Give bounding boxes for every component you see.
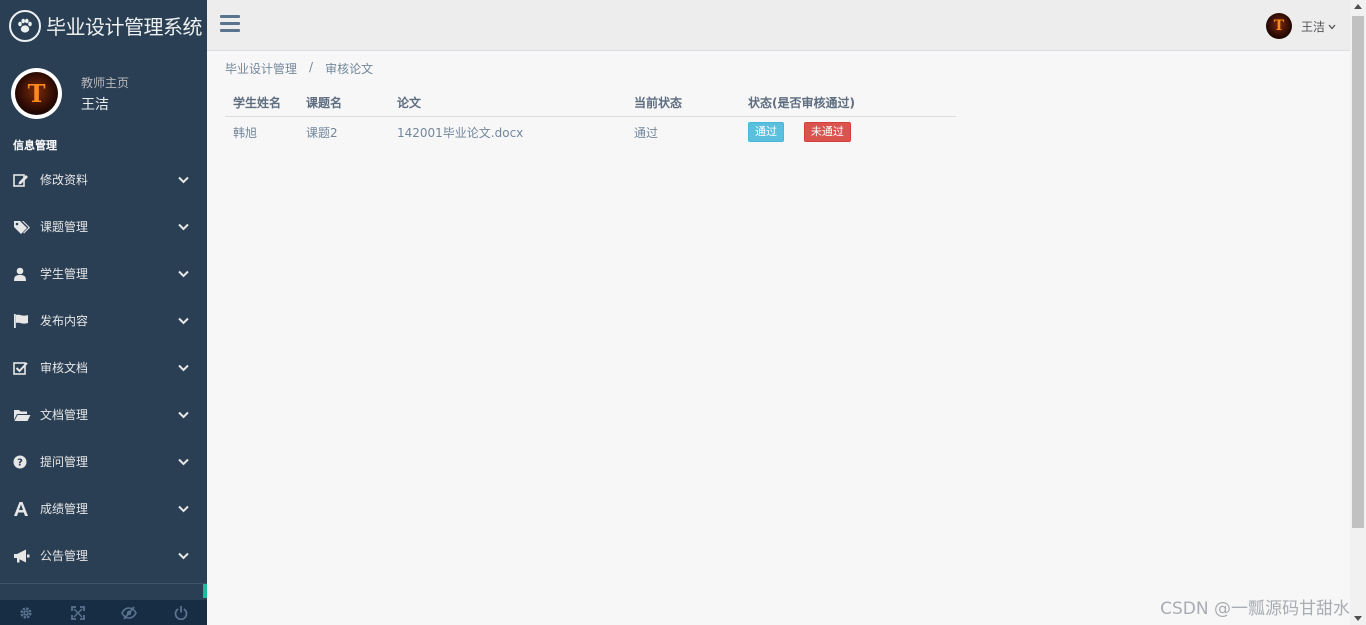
sidebar-item-label: 公告管理	[40, 549, 89, 563]
chevron-down-icon	[177, 221, 189, 233]
sidebar-item-review-docs[interactable]: 审核文档	[0, 344, 207, 391]
breadcrumb-parent[interactable]: 毕业设计管理	[225, 60, 297, 77]
user-icon	[13, 267, 35, 281]
profile-welcome: 教师主页	[81, 75, 130, 90]
folder-open-icon	[13, 408, 35, 422]
paw-icon	[9, 9, 41, 42]
fullscreen-icon[interactable]	[52, 600, 104, 625]
sidebar-item-label: 成绩管理	[40, 502, 89, 516]
sidebar-item-documents[interactable]: 文档管理	[0, 391, 207, 438]
chevron-down-icon	[1328, 19, 1336, 33]
avatar-letter: T	[27, 79, 46, 108]
sidebar-item-label: 审核文档	[40, 361, 89, 375]
breadcrumb-current: 审核论文	[325, 62, 374, 76]
sidebar: 毕业设计管理系统 T 教师主页 王洁 信息管理 修改资料 课题管理 学生管理 发…	[0, 0, 207, 625]
vertical-scrollbar[interactable]	[1350, 0, 1366, 625]
column-header: 当前状态	[626, 89, 740, 117]
menu-section-title: 信息管理	[13, 139, 57, 152]
table-row: 韩旭 课题2 142001毕业论文.docx 通过 通过 未通过	[225, 116, 956, 148]
sidebar-item-label: 文档管理	[40, 408, 89, 422]
gear-icon[interactable]	[0, 600, 52, 625]
sidebar-item-label: 提问管理	[40, 455, 89, 469]
cell-student: 韩旭	[233, 125, 258, 140]
sidebar-item-label: 课题管理	[40, 220, 89, 234]
scroll-thumb[interactable]	[1352, 16, 1364, 528]
eye-slash-icon[interactable]	[104, 600, 156, 625]
hamburger-menu-icon[interactable]	[220, 15, 242, 37]
question-circle-icon: ?	[13, 455, 35, 469]
table-header-row: 学生姓名 课题名 论文 当前状态 状态(是否审核通过)	[225, 89, 956, 117]
check-square-icon	[13, 361, 35, 375]
font-icon	[13, 501, 35, 516]
scroll-down-arrow-icon[interactable]	[1354, 616, 1362, 621]
bullhorn-icon	[13, 549, 35, 563]
sidebar-menu: 修改资料 课题管理 学生管理 发布内容 审核文档 文档管理 ? 提问管理 成绩管…	[0, 156, 207, 579]
tags-icon	[13, 220, 35, 234]
top-navbar: T 王洁	[207, 0, 1350, 51]
chevron-down-icon	[177, 174, 189, 186]
profile: T 教师主页 王洁	[0, 51, 207, 136]
breadcrumb: 毕业设计管理 / 审核论文	[225, 60, 373, 77]
column-header: 课题名	[298, 89, 389, 117]
chevron-down-icon	[177, 362, 189, 374]
profile-name: 王洁	[81, 96, 109, 113]
user-dropdown[interactable]: T 王洁	[1265, 13, 1336, 39]
app-title: 毕业设计管理系统	[46, 15, 203, 39]
avatar: T	[1265, 13, 1292, 39]
chevron-down-icon	[177, 503, 189, 515]
main-content: 毕业设计管理 / 审核论文 学生姓名 课题名 论文 当前状态 状态(是否审核通过…	[207, 51, 1350, 625]
sidebar-item-partial[interactable]	[0, 583, 207, 600]
sidebar-item-announcements[interactable]: 公告管理	[0, 532, 207, 579]
chevron-down-icon	[177, 268, 189, 280]
avatar: T	[11, 68, 62, 119]
brand[interactable]: 毕业设计管理系统	[0, 0, 207, 51]
breadcrumb-separator: /	[309, 60, 314, 74]
approve-button[interactable]: 通过	[748, 122, 784, 143]
scroll-up-arrow-icon[interactable]	[1354, 4, 1362, 9]
svg-text:?: ?	[17, 457, 23, 468]
sidebar-item-students[interactable]: 学生管理	[0, 250, 207, 297]
thesis-review-table: 学生姓名 课题名 论文 当前状态 状态(是否审核通过) 韩旭 课题2 14200…	[225, 89, 956, 148]
watermark: CSDN @一瓢源码甘甜水	[1160, 599, 1350, 619]
power-icon[interactable]	[155, 600, 207, 625]
column-header: 状态(是否审核通过)	[740, 89, 956, 117]
chevron-down-icon	[177, 315, 189, 327]
column-header: 学生姓名	[225, 89, 298, 117]
chevron-down-icon	[177, 456, 189, 468]
cell-actions: 通过 未通过	[740, 116, 956, 148]
chevron-down-icon	[177, 550, 189, 562]
sidebar-item-label: 修改资料	[40, 173, 89, 187]
sidebar-item-questions[interactable]: ? 提问管理	[0, 438, 207, 485]
column-header: 论文	[389, 89, 626, 117]
sidebar-item-topics[interactable]: 课题管理	[0, 203, 207, 250]
cell-thesis-file[interactable]: 142001毕业论文.docx	[389, 116, 626, 148]
reject-button[interactable]: 未通过	[803, 122, 851, 143]
sidebar-item-label: 发布内容	[40, 314, 89, 328]
cell-topic: 课题2	[306, 125, 338, 140]
sidebar-footer	[0, 600, 207, 625]
user-name: 王洁	[1300, 19, 1325, 34]
avatar-letter: T	[1273, 18, 1285, 34]
sidebar-item-publish[interactable]: 发布内容	[0, 297, 207, 344]
sidebar-item-label: 学生管理	[40, 267, 89, 281]
sidebar-item-grades[interactable]: 成绩管理	[0, 485, 207, 532]
flag-icon	[13, 313, 35, 328]
edit-icon	[13, 173, 35, 187]
cell-status: 通过	[634, 125, 659, 140]
sidebar-item-edit-profile[interactable]: 修改资料	[0, 156, 207, 203]
chevron-down-icon	[177, 409, 189, 421]
